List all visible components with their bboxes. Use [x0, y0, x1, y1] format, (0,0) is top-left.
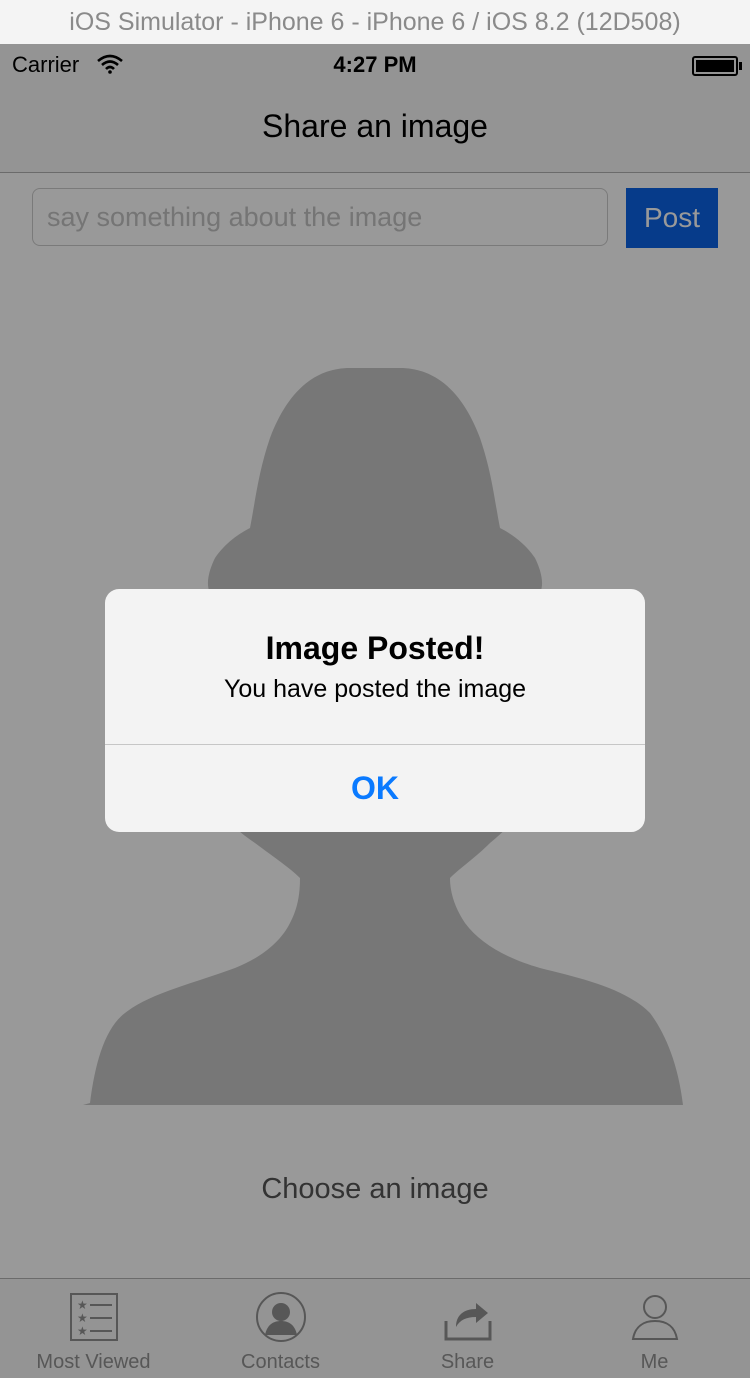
alert-dialog: Image Posted! You have posted the image … — [105, 589, 645, 832]
simulator-title-bar: iOS Simulator - iPhone 6 - iPhone 6 / iO… — [0, 0, 750, 45]
alert-title: Image Posted! — [265, 630, 485, 666]
ok-button[interactable]: OK — [105, 745, 645, 832]
simulator-title: iOS Simulator - iPhone 6 - iPhone 6 / iO… — [69, 7, 681, 36]
device-screen: Carrier 4:27 PM Share an image Post Choo… — [0, 44, 750, 1378]
alert-message: You have posted the image — [223, 675, 527, 703]
